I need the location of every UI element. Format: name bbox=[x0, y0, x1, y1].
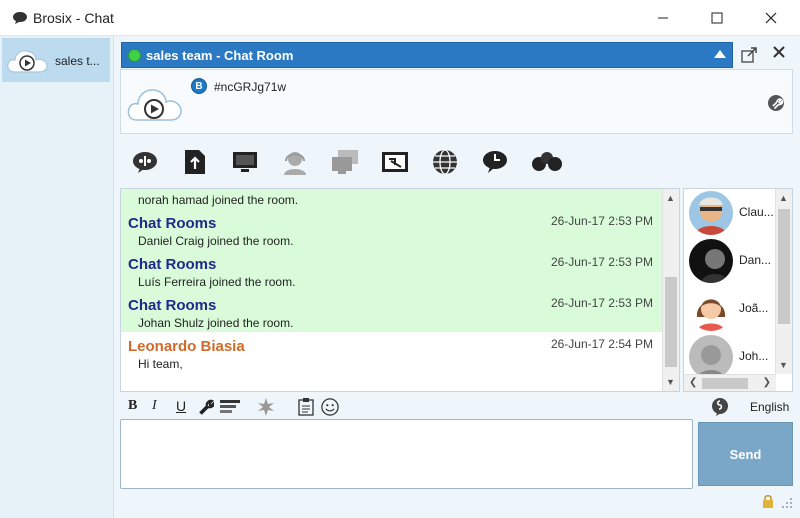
close-icon bbox=[765, 12, 777, 24]
nudge-icon[interactable] bbox=[257, 398, 275, 416]
remote-desktop-button[interactable] bbox=[330, 148, 360, 176]
lock-icon bbox=[763, 494, 773, 508]
participant-name: Joã... bbox=[739, 301, 769, 315]
scroll-right-icon[interactable]: ❯ bbox=[763, 377, 771, 388]
remote-desktop-icon bbox=[332, 150, 358, 174]
message-log[interactable]: norah hamad joined the room. Chat Rooms … bbox=[120, 188, 680, 392]
title-bar: Brosix - Chat bbox=[0, 0, 800, 36]
brosix-badge: B bbox=[191, 78, 207, 94]
room-code: #ncGRJg71w bbox=[214, 80, 287, 94]
scroll-down-icon[interactable]: ▼ bbox=[666, 377, 675, 387]
sidebar-item-sales-team[interactable]: sales t... bbox=[2, 38, 110, 82]
participant-item[interactable]: Dan... bbox=[687, 237, 777, 283]
web-button[interactable] bbox=[430, 148, 460, 176]
message-time: 26-Jun-17 2:53 PM bbox=[550, 296, 653, 310]
message-sender: Leonardo Biasia bbox=[128, 338, 245, 355]
screenshot-icon bbox=[382, 152, 408, 172]
scrollbar-thumb[interactable] bbox=[702, 378, 748, 389]
file-transfer-button[interactable] bbox=[180, 148, 210, 176]
window-title: Brosix - Chat bbox=[33, 10, 114, 26]
members-button[interactable] bbox=[530, 148, 564, 176]
close-room-button[interactable] bbox=[771, 46, 787, 62]
voice-call-icon bbox=[284, 152, 306, 175]
send-button[interactable]: Send bbox=[698, 422, 793, 486]
scroll-up-icon[interactable]: ▲ bbox=[666, 193, 675, 203]
message-time: 26-Jun-17 2:53 PM bbox=[550, 214, 653, 228]
room-header[interactable]: sales team - Chat Room bbox=[121, 42, 733, 68]
participant-name: Dan... bbox=[739, 253, 772, 267]
language-selector[interactable]: English bbox=[750, 400, 789, 414]
file-upload-icon bbox=[185, 150, 205, 174]
message-text: Johan Shulz joined the room. bbox=[138, 316, 294, 330]
italic-button[interactable]: I bbox=[152, 398, 157, 416]
avatar bbox=[689, 191, 733, 235]
scroll-down-icon[interactable]: ▼ bbox=[779, 360, 788, 370]
message-text: Luís Ferreira joined the room. bbox=[138, 275, 296, 289]
cloud-play-icon bbox=[7, 50, 48, 73]
participant-hscrollbar[interactable]: ❮ ❯ bbox=[684, 374, 776, 391]
collapse-icon[interactable] bbox=[714, 50, 726, 58]
globe-icon bbox=[433, 149, 457, 175]
format-bar: B I U bbox=[120, 396, 800, 418]
participant-item[interactable]: Joã... bbox=[687, 285, 777, 331]
room-settings-icon[interactable] bbox=[767, 94, 785, 112]
popout-icon[interactable] bbox=[741, 47, 757, 63]
underline-button[interactable]: U bbox=[176, 398, 186, 416]
minimize-icon bbox=[658, 17, 668, 19]
participant-name: Joh... bbox=[739, 349, 769, 363]
room-title: sales team - Chat Room bbox=[146, 48, 294, 63]
message-sender: Chat Rooms bbox=[128, 256, 217, 273]
screenshot-button[interactable] bbox=[380, 148, 410, 176]
avatar bbox=[689, 335, 733, 379]
participant-scrollbar[interactable]: ▲ ▼ bbox=[775, 189, 792, 374]
message-input[interactable] bbox=[120, 419, 693, 489]
avatar bbox=[689, 239, 733, 283]
participant-item[interactable]: Joh... bbox=[687, 333, 777, 379]
minimize-button[interactable] bbox=[640, 0, 686, 36]
participant-item[interactable]: Clau... bbox=[687, 189, 777, 235]
scrollbar-thumb[interactable] bbox=[665, 277, 677, 367]
sidebar-item-label: sales t... bbox=[55, 54, 100, 68]
group-icon bbox=[532, 152, 562, 171]
whiteboard-button[interactable] bbox=[130, 148, 160, 176]
scroll-up-icon[interactable]: ▲ bbox=[779, 193, 788, 203]
room-avatar-icon bbox=[127, 89, 182, 121]
voice-call-button[interactable] bbox=[280, 148, 310, 176]
maximize-button[interactable] bbox=[694, 0, 740, 36]
screen-share-button[interactable] bbox=[230, 148, 260, 176]
message-time: 26-Jun-17 2:54 PM bbox=[550, 337, 653, 351]
room-info-panel: B #ncGRJg71w bbox=[120, 69, 793, 134]
whiteboard-icon bbox=[133, 152, 157, 173]
clipboard-icon[interactable] bbox=[298, 398, 314, 416]
close-window-button[interactable] bbox=[748, 0, 794, 36]
participant-list: Clau... Dan... Joã... Joh... ▲ ▼ ❮ ❯ bbox=[683, 188, 793, 392]
message-text: norah hamad joined the room. bbox=[138, 193, 299, 207]
message-sender: Chat Rooms bbox=[128, 297, 217, 314]
scrollbar-thumb[interactable] bbox=[778, 209, 790, 324]
message-text: Daniel Craig joined the room. bbox=[138, 234, 294, 248]
conversation-sidebar: sales t... bbox=[0, 36, 114, 518]
room-toolbar bbox=[120, 140, 800, 184]
bold-button[interactable]: B bbox=[128, 398, 137, 416]
message-log-scrollbar[interactable]: ▲ ▼ bbox=[662, 189, 679, 391]
scroll-left-icon[interactable]: ❮ bbox=[689, 377, 697, 388]
text-color-icon[interactable] bbox=[220, 398, 240, 416]
message-time: 26-Jun-17 2:53 PM bbox=[550, 255, 653, 269]
screen-share-icon bbox=[233, 152, 257, 172]
wrench-icon[interactable] bbox=[198, 398, 214, 416]
message-text: Hi team, bbox=[138, 357, 183, 371]
emoticon-icon[interactable] bbox=[320, 398, 340, 416]
message-sender: Chat Rooms bbox=[128, 215, 217, 232]
online-status-icon bbox=[128, 49, 141, 62]
language-icon[interactable] bbox=[711, 398, 729, 416]
history-icon bbox=[483, 151, 507, 173]
maximize-icon bbox=[711, 12, 723, 24]
resize-grip-icon[interactable] bbox=[781, 497, 793, 509]
close-icon bbox=[773, 46, 785, 58]
chat-bubble-icon bbox=[13, 12, 27, 24]
history-button[interactable] bbox=[480, 148, 510, 176]
participant-name: Clau... bbox=[739, 205, 774, 219]
avatar bbox=[689, 287, 733, 331]
